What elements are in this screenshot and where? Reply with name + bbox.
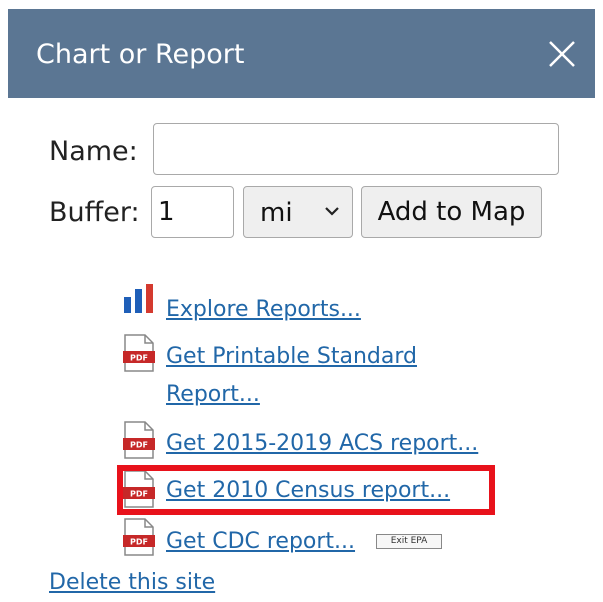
panel-title: Chart or Report [36,39,245,70]
explore-reports-link[interactable]: Explore Reports... [166,291,361,329]
buffer-input[interactable] [151,186,234,238]
svg-text:PDF: PDF [130,538,148,547]
chevron-down-icon [325,207,339,216]
printable-report-link-line2[interactable]: Report... [166,376,260,414]
pdf-icon: PDF [123,518,155,556]
buffer-label: Buffer: [49,197,140,228]
close-icon [549,41,575,67]
unit-select-value: mi [260,198,293,228]
name-label: Name: [49,136,138,167]
name-input[interactable] [153,123,559,175]
close-button[interactable] [543,35,581,73]
unit-select[interactable]: mi [243,186,353,238]
pdf-icon: PDF [123,334,155,372]
pdf-icon: PDF [123,421,155,459]
bar-chart-icon [124,284,153,313]
add-to-map-button[interactable]: Add to Map [361,186,542,238]
delete-site-link[interactable]: Delete this site [49,564,215,602]
acs-report-link[interactable]: Get 2015-2019 ACS report... [166,425,478,463]
cdc-report-link[interactable]: Get CDC report... [166,523,355,561]
exit-epa-badge: Exit EPA [376,534,442,549]
svg-text:PDF: PDF [130,354,148,363]
highlight-box [117,465,495,515]
svg-text:PDF: PDF [130,441,148,450]
printable-report-link-line1[interactable]: Get Printable Standard [166,338,417,376]
panel-header: Chart or Report [8,9,595,98]
